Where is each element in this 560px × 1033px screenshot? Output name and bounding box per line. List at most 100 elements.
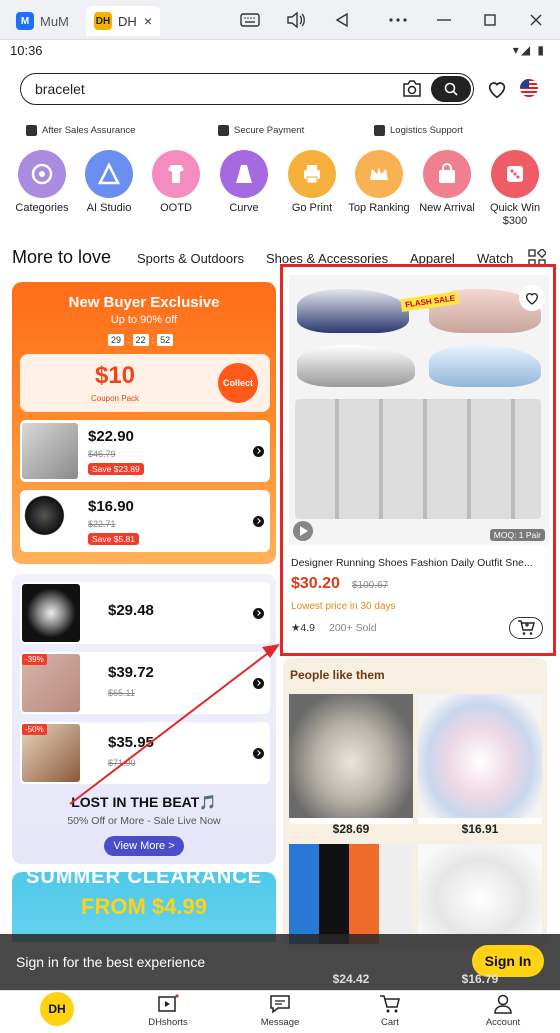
sneaker-image	[289, 694, 413, 818]
new-buyer-card[interactable]: New Buyer Exclusive Up to 90% off 29: 22…	[12, 282, 276, 564]
recommended-item[interactable]	[289, 694, 413, 824]
feed-title: More to love	[12, 247, 112, 267]
coupon-amount: $10	[94, 362, 136, 389]
product-rating: ★4.9	[291, 622, 316, 634]
category-quick-win[interactable]: Quick Win $300	[482, 150, 548, 228]
status-icons: ▾◢ ▮	[512, 43, 546, 57]
category-ai-studio[interactable]: AI Studio	[76, 150, 142, 215]
coupon-pack: $10 Coupon Pack Collect	[20, 354, 270, 412]
minimize-icon[interactable]	[432, 8, 456, 32]
bracelet-thumbnail	[22, 584, 80, 642]
cart-plus-icon	[518, 620, 535, 635]
add-to-cart-button[interactable]	[509, 617, 543, 639]
home-dh-logo[interactable]: DH	[40, 992, 74, 1026]
recommended-price: $16.79	[461, 972, 499, 986]
category-ootd[interactable]: OOTD	[143, 150, 209, 215]
new-buyer-item[interactable]: $16.90 $22.71 Save $5.81	[20, 490, 270, 552]
sneaker-thumbnail	[22, 423, 78, 479]
product-price: $30.20	[291, 575, 340, 592]
camera-icon[interactable]	[401, 79, 423, 99]
us-flag-icon[interactable]	[520, 79, 538, 97]
ootd-icon	[152, 150, 200, 198]
tab-label: MuM	[40, 13, 69, 29]
shield-icon	[26, 125, 37, 136]
cart-icon	[379, 994, 401, 1014]
recommended-price: $24.42	[332, 972, 370, 986]
sneaker-image	[289, 844, 413, 944]
maximize-icon[interactable]	[478, 8, 502, 32]
assurance-after-sales: After Sales Assurance	[26, 125, 135, 136]
sneaker-image	[418, 694, 542, 818]
nav-cart[interactable]: Cart	[350, 994, 430, 1028]
product-original-price: $100.67	[352, 580, 389, 591]
beat-promo-card[interactable]: $29.48 -39% $39.72 $65.11 -50% $35.95 $7…	[12, 574, 276, 864]
arrow-right-icon[interactable]	[253, 748, 264, 759]
mumu-icon: M	[16, 12, 34, 30]
card-icon	[218, 125, 229, 136]
collect-button[interactable]: Collect	[218, 363, 258, 403]
arrow-right-icon[interactable]	[253, 446, 264, 457]
category-go-print[interactable]: Go Print	[279, 150, 345, 215]
message-icon	[269, 994, 291, 1014]
beat-title: LOST IN THE BEAT🎵	[71, 794, 217, 810]
product-card[interactable]: FLASH SALE MOQ: 1 Pair Designer Running …	[280, 264, 556, 656]
recommended-item[interactable]	[289, 844, 413, 944]
recommended-item[interactable]	[418, 694, 542, 824]
play-video-icon[interactable]	[293, 521, 313, 541]
account-icon	[492, 994, 514, 1014]
sneaker-image	[418, 844, 542, 944]
product-image: FLASH SALE	[289, 275, 549, 545]
scooter-display-thumbnail	[22, 493, 78, 549]
moq-badge: MOQ: 1 Pair	[489, 529, 545, 541]
arrow-right-icon[interactable]	[253, 516, 264, 527]
status-bar: 10:36 ▾◢ ▮	[0, 40, 560, 62]
volume-icon[interactable]	[284, 8, 308, 32]
nav-message[interactable]: Message	[240, 994, 320, 1028]
ai-studio-icon	[85, 150, 133, 198]
back-icon[interactable]	[330, 8, 354, 32]
search-button[interactable]	[431, 76, 471, 102]
search-input[interactable]: bracelet	[35, 81, 85, 97]
people-like-them-section: People like them $28.69 $16.91	[283, 658, 547, 948]
beat-item[interactable]: -39% $39.72 $65.11	[20, 652, 270, 714]
tab-sports-outdoors[interactable]: Sports & Outdoors	[137, 251, 244, 266]
wishlist-heart-icon[interactable]	[486, 78, 508, 100]
dhgate-icon: DH	[94, 12, 112, 30]
beat-item[interactable]: -50% $35.95 $71.90	[20, 722, 270, 784]
print-icon	[288, 150, 336, 198]
arrow-right-icon[interactable]	[253, 678, 264, 689]
shopping-bag-icon	[423, 150, 471, 198]
tab-dhgate[interactable]: DH DH ×	[86, 6, 160, 36]
tab-close-icon[interactable]: ×	[144, 13, 152, 29]
category-new-arrival[interactable]: New Arrival	[414, 150, 480, 215]
favorite-heart-icon[interactable]	[519, 285, 545, 311]
more-icon[interactable]	[386, 8, 410, 32]
lowest-price-note: Lowest price in 30 days	[291, 601, 396, 612]
keyboard-icon[interactable]	[238, 8, 262, 32]
search-icon	[444, 82, 458, 96]
search-bar[interactable]: bracelet	[20, 73, 474, 105]
category-categories[interactable]: Categories	[9, 150, 75, 215]
category-curve[interactable]: Curve	[211, 150, 277, 215]
assurance-secure-payment: Secure Payment	[218, 125, 304, 136]
emulator-tab-bar: M MuM DH DH ×	[0, 0, 560, 40]
beat-item[interactable]: $29.48	[20, 582, 270, 644]
nav-account[interactable]: Account	[463, 994, 543, 1028]
close-icon[interactable]	[524, 8, 548, 32]
summer-clearance-banner[interactable]: SUMMER CLEARANCE FROM $4.99	[12, 872, 276, 942]
crown-icon	[355, 150, 403, 198]
assurance-logistics: Logistics Support	[374, 125, 463, 136]
countdown-timer: 29: 22: 52	[108, 334, 174, 346]
product-sold-count: 200+ Sold	[329, 622, 377, 634]
dice-icon	[491, 150, 539, 198]
new-buyer-item[interactable]: $22.90 $46.79 Save $23.89	[20, 420, 270, 482]
video-play-icon	[157, 994, 179, 1014]
categories-icon	[18, 150, 66, 198]
people-like-title: People like them	[290, 668, 385, 682]
recommended-item[interactable]	[418, 844, 542, 944]
category-top-ranking[interactable]: Top Ranking	[346, 150, 412, 215]
view-more-button[interactable]: View More >	[104, 836, 184, 856]
nav-dhshorts[interactable]: DHshorts	[128, 994, 208, 1028]
arrow-right-icon[interactable]	[253, 608, 264, 619]
tab-mumu[interactable]: M MuM	[8, 6, 84, 36]
